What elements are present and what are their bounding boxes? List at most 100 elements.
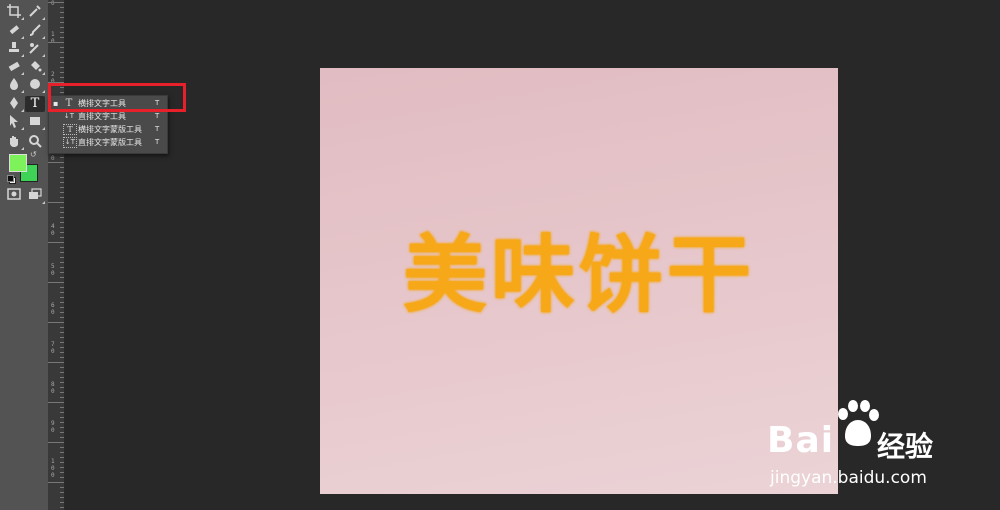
ruler-tick [60,62,64,63]
ruler-tick [60,487,64,488]
ruler-tick [60,302,64,303]
zoom-tool-icon[interactable] [25,134,45,150]
ruler-tick [60,217,64,218]
ruler-label: 1 0 0 [51,458,55,479]
ruler-tick [60,347,64,348]
tools-panel: T ↺ [0,0,49,510]
ruler-tick [48,362,64,363]
ruler-tick [60,32,64,33]
ruler-tick [60,77,64,78]
ruler-tick [60,182,64,183]
screen-mode-icon[interactable] [25,188,45,204]
ruler-tick [48,42,64,43]
ruler-tick [60,57,64,58]
quick-mask-icon[interactable] [4,188,24,204]
ruler-tick [48,162,64,163]
pen-tool-icon[interactable] [4,96,24,112]
ruler-label: 6 0 [51,302,55,316]
ruler-tick [60,497,64,498]
menu-item-vertical-type-mask[interactable]: ↓T 直排文字蒙版工具 T [49,136,167,149]
ruler-tick [60,452,64,453]
ruler-tick [48,402,64,403]
ruler-tick [48,482,64,483]
ruler-tick [60,457,64,458]
ruler-tick [60,407,64,408]
healing-brush-tool-icon[interactable] [4,23,24,39]
ruler-tick [60,432,64,433]
crop-tool-icon[interactable] [4,4,24,20]
ruler-tick [60,417,64,418]
rectangle-tool-icon[interactable] [25,114,45,130]
ruler-tick [60,377,64,378]
foreground-color-swatch[interactable] [9,154,27,172]
menu-item-label: 直排文字蒙版工具 [78,138,142,147]
watermark-url: jingyan.baidu.com [770,468,927,488]
ruler-tick [60,307,64,308]
ruler-tick [60,392,64,393]
ruler-tick [60,17,64,18]
ruler-tick [60,12,64,13]
ruler-tick [60,462,64,463]
ruler-tick [60,287,64,288]
default-colors-icon[interactable] [7,175,16,184]
ruler-tick [60,52,64,53]
ruler-tick [60,337,64,338]
ruler-tick [60,317,64,318]
ruler-tick [60,352,64,353]
ruler-tick [60,22,64,23]
ruler-tick [60,47,64,48]
brush-tool-icon[interactable] [25,23,45,39]
document-canvas[interactable]: 美味饼干 [320,68,838,494]
ruler-tick [60,507,64,508]
ruler-tick [60,292,64,293]
ruler-tick [48,202,64,203]
menu-item-label: 横排文字蒙版工具 [78,125,142,134]
paint-bucket-tool-icon[interactable] [25,59,45,75]
eraser-tool-icon[interactable] [4,59,24,75]
ruler-tick [60,332,64,333]
ruler-tick [60,222,64,223]
ruler-tick [60,367,64,368]
ruler-tick [60,237,64,238]
vertical-type-mask-icon: ↓T [63,137,77,148]
dodge-tool-icon[interactable] [25,77,45,93]
ruler-label: 9 0 [51,420,55,434]
highlight-box [48,83,186,112]
canvas-text[interactable]: 美味饼干 [320,208,838,329]
ruler-tick [60,357,64,358]
path-selection-tool-icon[interactable] [4,114,24,130]
baidu-jingyan-watermark: Bai 经验 jingyan.baidu.com [765,400,965,495]
hand-tool-icon[interactable] [4,134,24,150]
type-tool-icon[interactable]: T [25,96,45,112]
watermark-name: 经验 [877,430,934,463]
ruler-tick [60,267,64,268]
menu-item-shortcut: T [155,138,160,146]
ruler-tick [60,207,64,208]
ruler-tick [60,227,64,228]
ruler-tick [60,212,64,213]
ruler-tick [60,492,64,493]
horizontal-type-mask-icon: T [63,124,77,135]
ruler-tick [60,192,64,193]
swap-colors-icon[interactable]: ↺ [30,151,38,159]
ruler-tick [60,197,64,198]
ruler-tick [60,422,64,423]
type-tool-label: T [30,96,40,111]
vertical-ruler: 0 1 0 2 0 3 0 4 0 5 0 6 0 7 0 8 0 9 0 1 … [48,0,65,510]
ruler-tick [60,477,64,478]
history-brush-tool-icon[interactable] [25,41,45,57]
ruler-tick [60,472,64,473]
ruler-label: 5 0 [51,263,55,277]
clone-stamp-tool-icon[interactable] [4,41,24,57]
ruler-tick [60,167,64,168]
ruler-tick [60,387,64,388]
ruler-tick [48,322,64,323]
ruler-tick [60,327,64,328]
ruler-tick [60,7,64,8]
ruler-tick [60,27,64,28]
ruler-tick [60,372,64,373]
blur-tool-icon[interactable] [4,77,24,93]
eyedropper-tool-icon[interactable] [25,4,45,20]
menu-item-horizontal-type-mask[interactable]: T 横排文字蒙版工具 T [49,123,167,136]
ruler-tick [60,397,64,398]
